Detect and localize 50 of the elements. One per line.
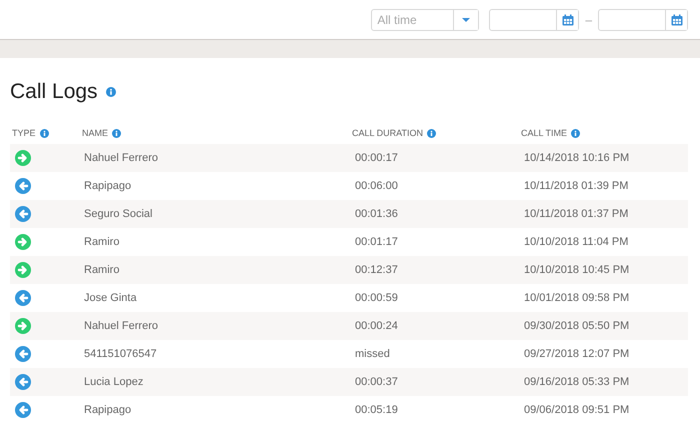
time-cell-text: 10/10/2018 10:45 PM <box>523 264 630 276</box>
name-cell-text: Seguro Social <box>83 208 154 220</box>
column-header: CALL DURATION <box>352 128 424 138</box>
time-cell-text: 10/14/2018 10:16 PM <box>523 152 630 164</box>
name-cell-text: Rapipago <box>83 404 132 416</box>
column-header: NAME <box>82 128 108 138</box>
name-cell-text: Ramiro <box>83 264 120 276</box>
duration-cell-text: 00:01:17 <box>354 236 399 248</box>
duration-cell-text: 00:00:59 <box>354 292 399 304</box>
page-title: Call Logs <box>10 80 98 104</box>
duration-cell-text: 00:00:24 <box>354 320 399 332</box>
time-cell-text: 09/06/2018 09:51 PM <box>523 404 630 416</box>
caret-icon <box>462 18 470 22</box>
info-icon[interactable] <box>106 87 116 97</box>
name-cell-text: Nahuel Ferrero <box>83 320 159 332</box>
date-to-field[interactable] <box>598 8 688 30</box>
time-cell-text: 09/16/2018 05:33 PM <box>523 376 630 388</box>
calendar-icon <box>562 14 574 26</box>
time-cell-text: 10/11/2018 01:37 PM <box>523 208 630 220</box>
time-cell-text: 10/11/2018 01:39 PM <box>523 180 630 192</box>
dropdown-button[interactable] <box>453 10 478 30</box>
name-cell-text: Rapipago <box>83 180 132 192</box>
info-icon[interactable] <box>40 128 49 138</box>
time-range-select[interactable]: All time <box>371 8 480 30</box>
duration-cell-text: 00:00:17 <box>354 152 399 164</box>
time-cell-text: 09/30/2018 05:50 PM <box>523 320 630 332</box>
name-cell-text: Nahuel Ferrero <box>83 152 159 164</box>
duration-cell-text: missed <box>354 348 391 360</box>
name-cell-text: Lucia Lopez <box>83 376 144 388</box>
duration-cell-text: 00:00:37 <box>354 376 399 388</box>
name-cell-text: Jose Ginta <box>83 292 138 304</box>
duration-cell-text: 00:12:37 <box>354 264 399 276</box>
info-icon[interactable] <box>571 128 580 138</box>
name-cell-text: Ramiro <box>83 236 120 248</box>
info-icon[interactable] <box>112 128 122 138</box>
duration-cell-text: 00:06:00 <box>354 180 399 192</box>
time-cell-text: 10/10/2018 11:04 PM <box>523 236 630 248</box>
calendar-button[interactable] <box>556 10 578 30</box>
time-cell-text: 10/01/2018 09:58 PM <box>523 292 630 304</box>
calendar-button[interactable] <box>665 10 687 30</box>
column-header: TYPE <box>12 128 36 138</box>
name-cell-text: 541151076547 <box>83 348 158 360</box>
column-header: CALL TIME <box>521 128 568 138</box>
calendar-icon <box>670 14 682 26</box>
info-icon[interactable] <box>427 128 436 138</box>
time-cell-text: 09/27/2018 12:07 PM <box>523 348 630 360</box>
date-from-field[interactable] <box>489 8 580 30</box>
duration-cell-text: 00:05:19 <box>354 404 399 416</box>
range-separator: – <box>585 12 592 26</box>
duration-cell-text: 00:01:36 <box>354 208 399 220</box>
